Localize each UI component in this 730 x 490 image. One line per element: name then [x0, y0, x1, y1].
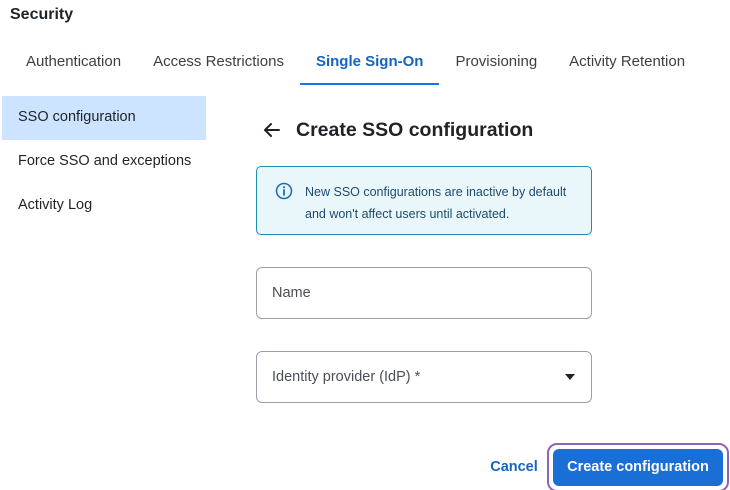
caret-down-icon — [565, 374, 575, 380]
arrow-left-icon[interactable] — [262, 119, 284, 141]
sidebar-item-activity-log[interactable]: Activity Log — [2, 184, 206, 228]
sidebar: SSO configuration Force SSO and exceptio… — [2, 96, 206, 228]
tab-authentication[interactable]: Authentication — [10, 40, 137, 85]
name-field-placeholder: Name — [272, 285, 311, 301]
form-title: Create SSO configuration — [296, 118, 534, 141]
tab-activity-retention[interactable]: Activity Retention — [553, 40, 701, 85]
create-sso-form: Create SSO configuration New SSO configu… — [256, 110, 592, 403]
form-header: Create SSO configuration — [262, 110, 592, 150]
info-circle-icon — [275, 182, 293, 200]
info-banner: New SSO configurations are inactive by d… — [256, 166, 592, 235]
tab-provisioning[interactable]: Provisioning — [439, 40, 553, 85]
cancel-button[interactable]: Cancel — [484, 450, 544, 484]
sidebar-item-sso-configuration[interactable]: SSO configuration — [2, 96, 206, 140]
identity-provider-placeholder: Identity provider (IdP) * — [272, 369, 421, 385]
identity-provider-select[interactable]: Identity provider (IdP) * — [256, 351, 592, 403]
create-configuration-button[interactable]: Create configuration — [553, 449, 723, 486]
page-title: Security — [10, 6, 74, 23]
tab-bar: Authentication Access Restrictions Singl… — [10, 40, 701, 85]
tab-single-sign-on[interactable]: Single Sign-On — [299, 40, 440, 85]
create-button-focus-ring: Create configuration — [547, 443, 729, 490]
name-field[interactable]: Name — [256, 267, 592, 319]
info-text: New SSO configurations are inactive by d… — [305, 185, 567, 221]
sidebar-item-force-sso[interactable]: Force SSO and exceptions — [2, 140, 206, 184]
tab-access-restrictions[interactable]: Access Restrictions — [137, 40, 300, 85]
